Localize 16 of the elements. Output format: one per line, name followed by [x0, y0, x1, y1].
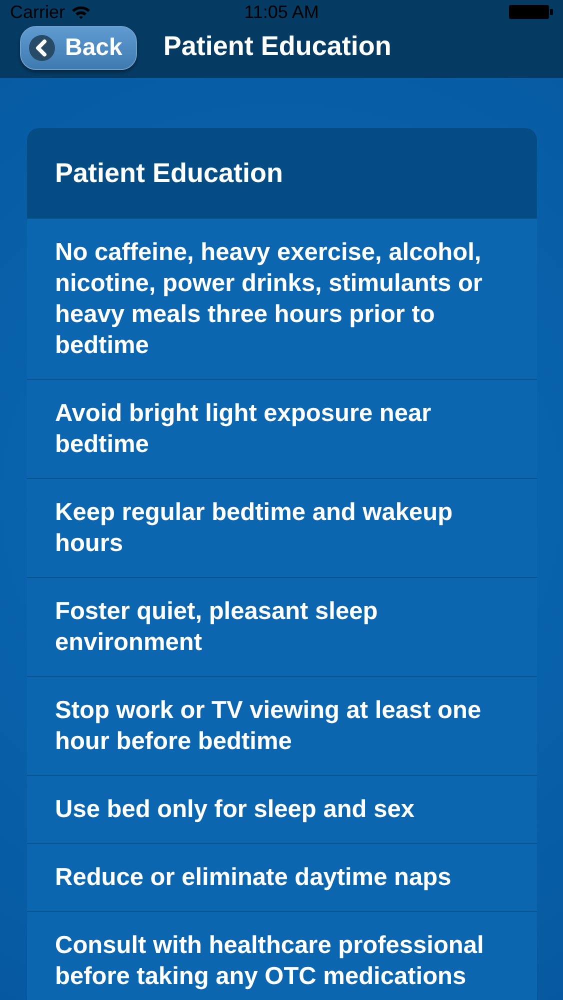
- list-item[interactable]: Foster quiet, pleasant sleep environment: [27, 577, 537, 676]
- list-item[interactable]: Keep regular bedtime and wakeup hours: [27, 478, 537, 577]
- status-time: 11:05 AM: [244, 2, 319, 23]
- back-button[interactable]: Back: [20, 26, 138, 70]
- list-item[interactable]: Consult with healthcare professional before taking any OTC medications: [27, 911, 537, 1000]
- card-title: Patient Education: [55, 158, 284, 188]
- chevron-left-icon: [29, 35, 55, 61]
- list-item[interactable]: No caffeine, heavy exercise, alcohol, nicotine, power drinks, stimulants or heavy meals three hours prior to bedtime: [27, 218, 537, 379]
- battery-icon: [509, 4, 553, 20]
- list-item[interactable]: Stop work or TV viewing at least one hour before bedtime: [27, 676, 537, 775]
- list-item[interactable]: Avoid bright light exposure near bedtime: [27, 379, 537, 478]
- nav-title: Patient Education: [163, 31, 392, 62]
- carrier-label: Carrier: [10, 2, 66, 22]
- list-item[interactable]: Use bed only for sleep and sex: [27, 775, 537, 843]
- wifi-icon: [71, 5, 92, 19]
- list-item[interactable]: Reduce or eliminate daytime naps: [27, 843, 537, 911]
